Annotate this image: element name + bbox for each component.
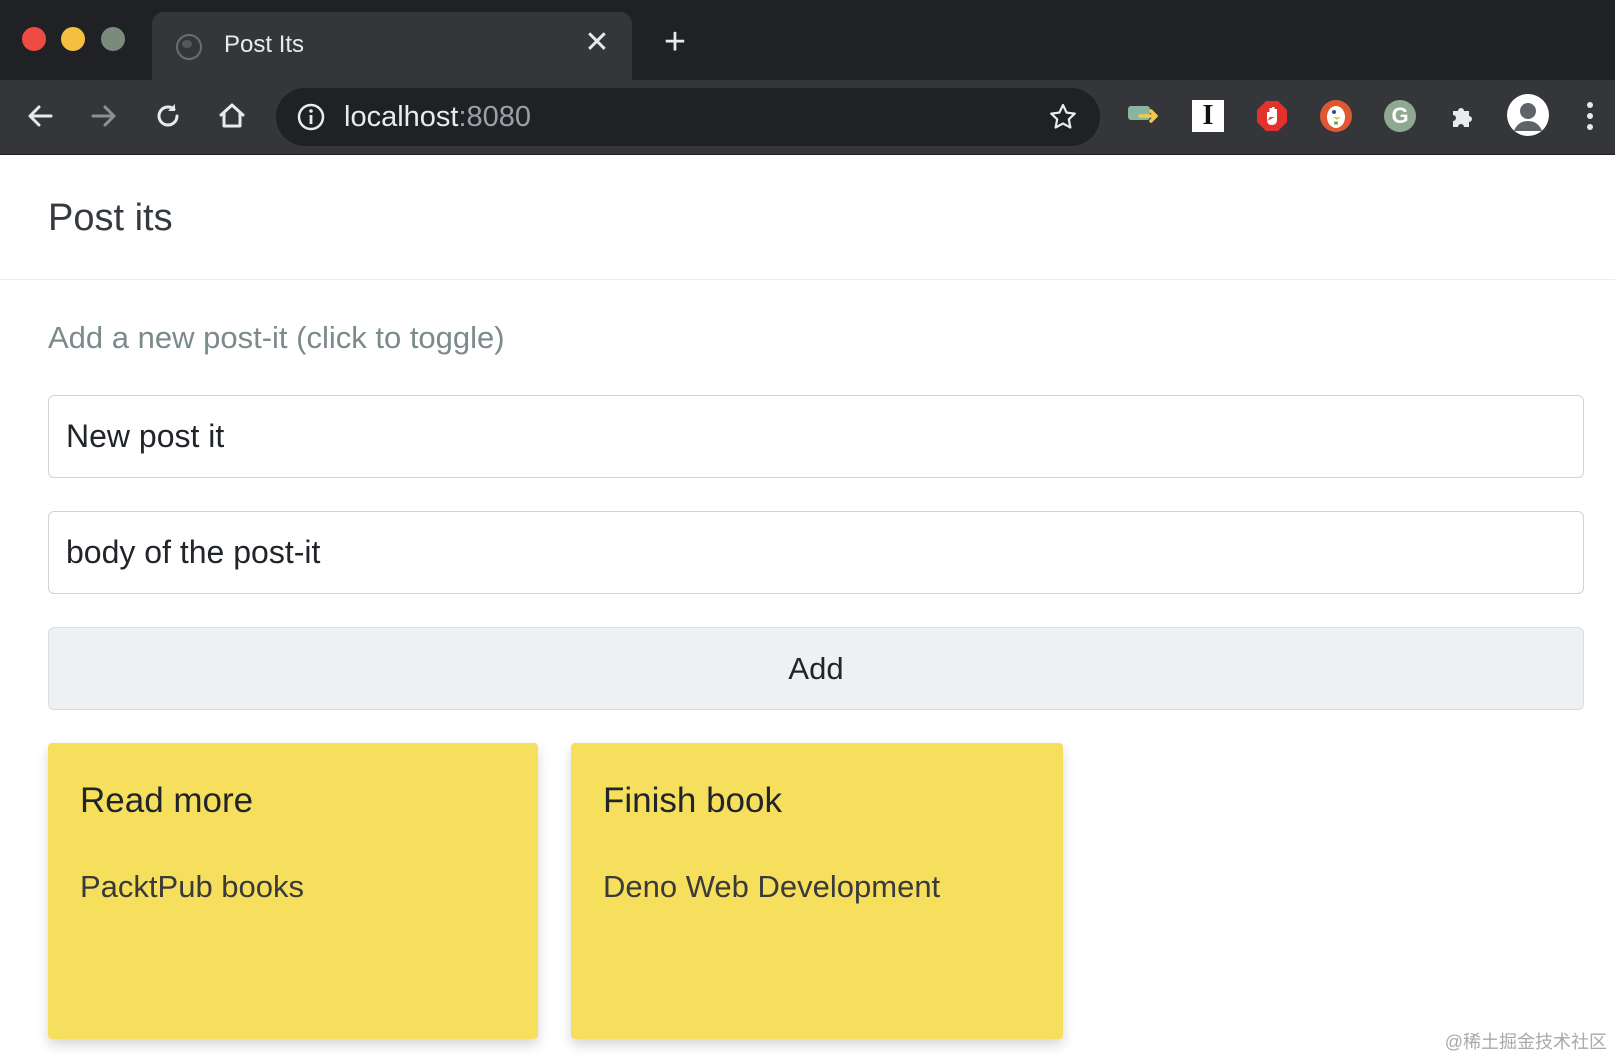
globe-favicon-icon <box>176 34 202 60</box>
instapaper-letter: I <box>1192 100 1224 132</box>
forward-icon[interactable] <box>82 94 126 138</box>
extensions-puzzle-icon[interactable] <box>1446 98 1482 134</box>
address-bar[interactable]: localhost:8080 <box>276 88 1100 146</box>
url-text: localhost:8080 <box>344 101 531 134</box>
home-icon[interactable] <box>210 94 254 138</box>
watermark: @稀土掘金技术社区 <box>1444 1032 1607 1052</box>
url-port: :8080 <box>458 101 532 133</box>
grammarly-extension-icon[interactable]: G <box>1382 98 1418 134</box>
instapaper-extension-icon[interactable]: I <box>1190 98 1226 134</box>
adblock-extension-icon[interactable] <box>1254 98 1290 134</box>
page-header: Post its <box>0 155 1615 280</box>
page-title: Post its <box>48 197 173 239</box>
postit-body: PacktPub books <box>80 869 305 904</box>
tab-title: Post Its <box>224 31 305 58</box>
add-button[interactable]: Add <box>48 627 1584 710</box>
postit-title-input[interactable] <box>48 395 1584 478</box>
browser-toolbar: localhost:8080 I G <box>0 80 1615 155</box>
new-tab-button[interactable]: + <box>658 23 692 61</box>
back-icon[interactable] <box>18 94 62 138</box>
minimize-window-button[interactable] <box>61 27 85 51</box>
duckduckgo-extension-icon[interactable] <box>1318 98 1354 134</box>
translate-extension-icon[interactable] <box>1126 98 1162 134</box>
grammarly-letter: G <box>1384 100 1416 132</box>
profile-avatar[interactable] <box>1506 93 1550 137</box>
menu-icon[interactable] <box>1575 98 1605 134</box>
postit-card: Finish book Deno Web Development <box>571 743 1063 1039</box>
postit-body-input[interactable] <box>48 511 1584 594</box>
postit-title: Read more <box>80 781 254 820</box>
postit-body: Deno Web Development <box>603 869 941 904</box>
tab-close-icon[interactable]: ✕ <box>582 28 612 58</box>
zoom-window-button[interactable] <box>101 27 125 51</box>
close-window-button[interactable] <box>22 27 46 51</box>
browser-tab[interactable]: Post Its ✕ <box>152 12 632 80</box>
url-host: localhost <box>344 101 459 133</box>
browser-tabstrip: Post Its ✕ + <box>0 0 1615 80</box>
reload-icon[interactable] <box>146 94 190 138</box>
postit-card: Read more PacktPub books <box>48 743 538 1039</box>
add-postit-toggle[interactable]: Add a new post-it (click to toggle) <box>48 320 505 356</box>
postit-title: Finish book <box>603 781 782 820</box>
bookmark-star-icon[interactable] <box>1046 100 1080 134</box>
site-info-icon[interactable] <box>296 102 326 132</box>
